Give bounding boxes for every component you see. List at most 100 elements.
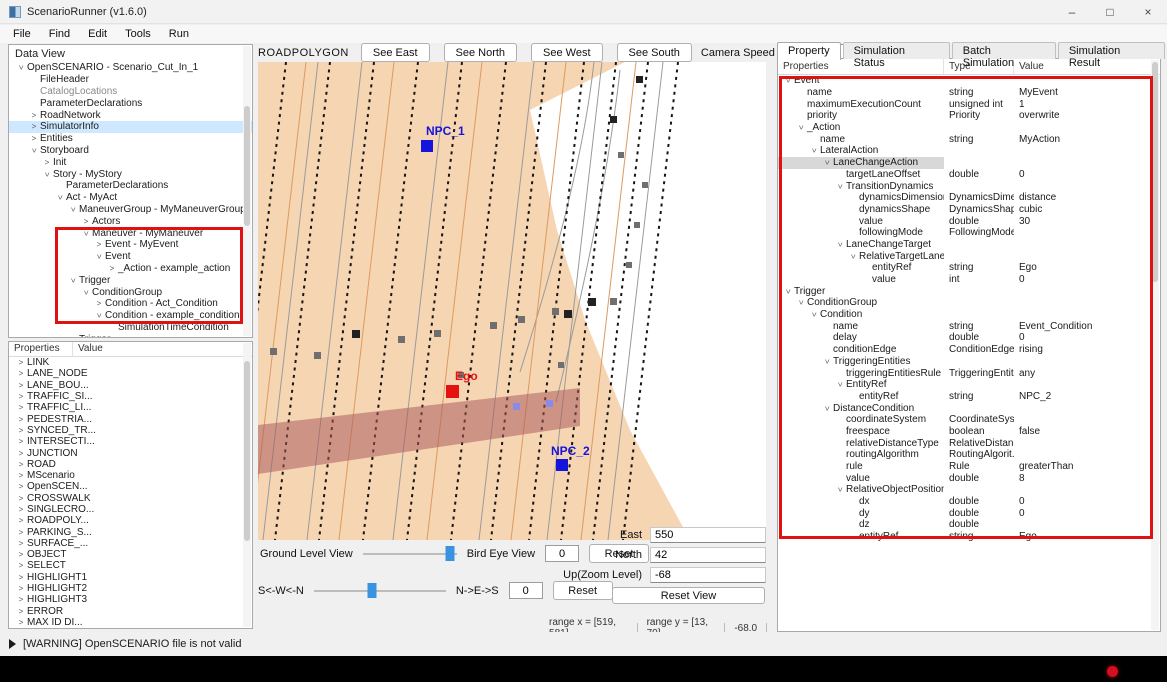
close-button[interactable]: × bbox=[1129, 0, 1167, 23]
chevron-collapsed-icon[interactable]: > bbox=[93, 299, 105, 308]
tree-item[interactable]: >OpenSCENARIO - Scenario_Cut_In_1 bbox=[9, 62, 252, 74]
tree-item[interactable]: >Storyboard bbox=[9, 145, 252, 157]
east-input[interactable] bbox=[650, 527, 766, 543]
layer-list-item[interactable]: >HIGHLIGHT3 bbox=[9, 594, 252, 605]
scrollbar-thumb[interactable] bbox=[1152, 62, 1158, 282]
chevron-collapsed-icon[interactable]: > bbox=[15, 358, 27, 367]
chevron-expanded-icon[interactable]: > bbox=[17, 62, 26, 74]
layer-list-item[interactable]: >MScenario bbox=[9, 470, 252, 481]
chevron-collapsed-icon[interactable]: > bbox=[80, 217, 92, 226]
maximize-button[interactable]: □ bbox=[1091, 0, 1129, 23]
property-row[interactable]: dxdouble0 bbox=[778, 496, 1160, 508]
chevron-expanded-icon[interactable]: > bbox=[836, 484, 845, 496]
chevron-expanded-icon[interactable]: > bbox=[784, 75, 793, 87]
property-row[interactable]: entityRefstringNPC_2 bbox=[778, 391, 1160, 403]
layer-list-item[interactable]: >CROSSWALK bbox=[9, 493, 252, 504]
tab-simulation-status[interactable]: Simulation Status bbox=[843, 42, 950, 59]
layers-scrollbar[interactable] bbox=[243, 343, 251, 627]
menu-item-file[interactable]: File bbox=[4, 27, 40, 41]
property-row[interactable]: namestringEvent_Condition bbox=[778, 320, 1160, 332]
chevron-expanded-icon[interactable]: > bbox=[810, 309, 819, 321]
chevron-expanded-icon[interactable]: > bbox=[823, 356, 832, 368]
chevron-collapsed-icon[interactable]: > bbox=[15, 369, 27, 378]
property-row[interactable]: namestringMyAction bbox=[778, 133, 1160, 145]
view-button-see-east[interactable]: See East bbox=[361, 43, 430, 62]
slider-thumb[interactable] bbox=[446, 546, 455, 561]
property-row[interactable]: >LaneChangeAction bbox=[778, 157, 1160, 169]
layer-list-item[interactable]: >LANE_NODE bbox=[9, 368, 252, 379]
layer-list-item[interactable]: >MAX ID DI... bbox=[9, 617, 252, 628]
property-row[interactable]: >_Action bbox=[778, 122, 1160, 134]
chevron-collapsed-icon[interactable]: > bbox=[15, 505, 27, 514]
tree-item[interactable]: >Trigger bbox=[9, 274, 252, 286]
property-row[interactable]: targetLaneOffsetdouble0 bbox=[778, 169, 1160, 181]
entity-marker-npc_1[interactable] bbox=[421, 140, 433, 152]
chevron-collapsed-icon[interactable]: > bbox=[15, 381, 27, 390]
layer-list-item[interactable]: >ROADPOLY... bbox=[9, 515, 252, 526]
property-row[interactable]: >DistanceCondition bbox=[778, 402, 1160, 414]
layer-list-item[interactable]: >SELECT bbox=[9, 560, 252, 571]
layer-list-item[interactable]: >TRAFFIC_SI... bbox=[9, 391, 252, 402]
layer-list-item[interactable]: >LINK bbox=[9, 357, 252, 368]
chevron-collapsed-icon[interactable]: > bbox=[15, 550, 27, 559]
tree-item[interactable]: >SimulatorInfo bbox=[9, 121, 252, 133]
entity-marker-npc_2[interactable] bbox=[556, 459, 568, 471]
layer-list-item[interactable]: >HIGHLIGHT1 bbox=[9, 572, 252, 583]
chevron-collapsed-icon[interactable]: > bbox=[15, 561, 27, 570]
property-row[interactable]: delaydouble0 bbox=[778, 332, 1160, 344]
view-button-see-south[interactable]: See South bbox=[617, 43, 692, 62]
tree-item[interactable]: >_Action - example_action bbox=[9, 263, 252, 275]
tree-item[interactable]: >ManeuverGroup - MyManeuverGroup bbox=[9, 204, 252, 216]
chevron-collapsed-icon[interactable]: > bbox=[15, 471, 27, 480]
property-row[interactable]: coordinateSystemCoordinateSyst... bbox=[778, 414, 1160, 426]
layer-list-item[interactable]: >JUNCTION bbox=[9, 447, 252, 458]
layer-list-item[interactable]: >INTERSECTI... bbox=[9, 436, 252, 447]
tab-batch-simulation[interactable]: Batch Simulation bbox=[952, 42, 1056, 59]
reset-view-button[interactable]: Reset View bbox=[612, 587, 765, 604]
layer-list-item[interactable]: >SURFACE_... bbox=[9, 538, 252, 549]
layer-list-item[interactable]: >PARKING_S... bbox=[9, 526, 252, 537]
menu-item-edit[interactable]: Edit bbox=[79, 27, 116, 41]
scrollbar-thumb[interactable] bbox=[244, 106, 250, 226]
property-scrollbar[interactable] bbox=[1151, 60, 1159, 630]
tab-simulation-result[interactable]: Simulation Result bbox=[1058, 42, 1165, 59]
chevron-collapsed-icon[interactable]: > bbox=[15, 607, 27, 616]
property-row[interactable]: >EntityRef bbox=[778, 379, 1160, 391]
chevron-expanded-icon[interactable]: > bbox=[95, 310, 104, 322]
chevron-collapsed-icon[interactable]: > bbox=[15, 494, 27, 503]
chevron-collapsed-icon[interactable]: > bbox=[15, 403, 27, 412]
tree-item[interactable]: >ConditionGroup bbox=[9, 286, 252, 298]
tree-item[interactable]: >Entities bbox=[9, 133, 252, 145]
chevron-collapsed-icon[interactable]: > bbox=[15, 437, 27, 446]
tree-item[interactable]: >Condition - Act_Condition bbox=[9, 298, 252, 310]
property-row[interactable]: entityRefstringEgo bbox=[778, 262, 1160, 274]
tree-item[interactable]: >Maneuver - MyManeuver bbox=[9, 227, 252, 239]
tab-property[interactable]: Property bbox=[777, 42, 841, 60]
property-row[interactable]: conditionEdgeConditionEdgerising bbox=[778, 344, 1160, 356]
chevron-collapsed-icon[interactable]: > bbox=[41, 158, 53, 167]
chevron-expanded-icon[interactable]: > bbox=[797, 297, 806, 309]
property-row[interactable]: >LateralAction bbox=[778, 145, 1160, 157]
chevron-expanded-icon[interactable]: > bbox=[823, 157, 832, 169]
property-row[interactable]: triggeringEntitiesRuleTriggeringEntiti..… bbox=[778, 367, 1160, 379]
chevron-collapsed-icon[interactable]: > bbox=[15, 460, 27, 469]
chevron-collapsed-icon[interactable]: > bbox=[28, 111, 40, 120]
chevron-expanded-icon[interactable]: > bbox=[836, 180, 845, 192]
chevron-collapsed-icon[interactable]: > bbox=[15, 573, 27, 582]
chevron-expanded-icon[interactable]: > bbox=[69, 274, 78, 286]
data-view-scrollbar[interactable] bbox=[243, 46, 251, 336]
warning-expander-icon[interactable] bbox=[9, 639, 16, 649]
tree-item[interactable]: ParameterDeclarations bbox=[9, 180, 252, 192]
menu-item-find[interactable]: Find bbox=[40, 27, 79, 41]
layer-list-item[interactable]: >ROAD bbox=[9, 459, 252, 470]
chevron-collapsed-icon[interactable]: > bbox=[15, 528, 27, 537]
property-row[interactable]: routingAlgorithmRoutingAlgorit... bbox=[778, 449, 1160, 461]
view-button-see-west[interactable]: See West bbox=[531, 43, 603, 62]
chevron-expanded-icon[interactable]: > bbox=[810, 145, 819, 157]
chevron-expanded-icon[interactable]: > bbox=[95, 251, 104, 263]
slider-thumb[interactable] bbox=[367, 583, 376, 598]
chevron-expanded-icon[interactable]: > bbox=[849, 250, 858, 262]
scrollbar-thumb[interactable] bbox=[244, 361, 250, 541]
tree-item[interactable]: FileHeader bbox=[9, 74, 252, 86]
property-row[interactable]: >Condition bbox=[778, 309, 1160, 321]
